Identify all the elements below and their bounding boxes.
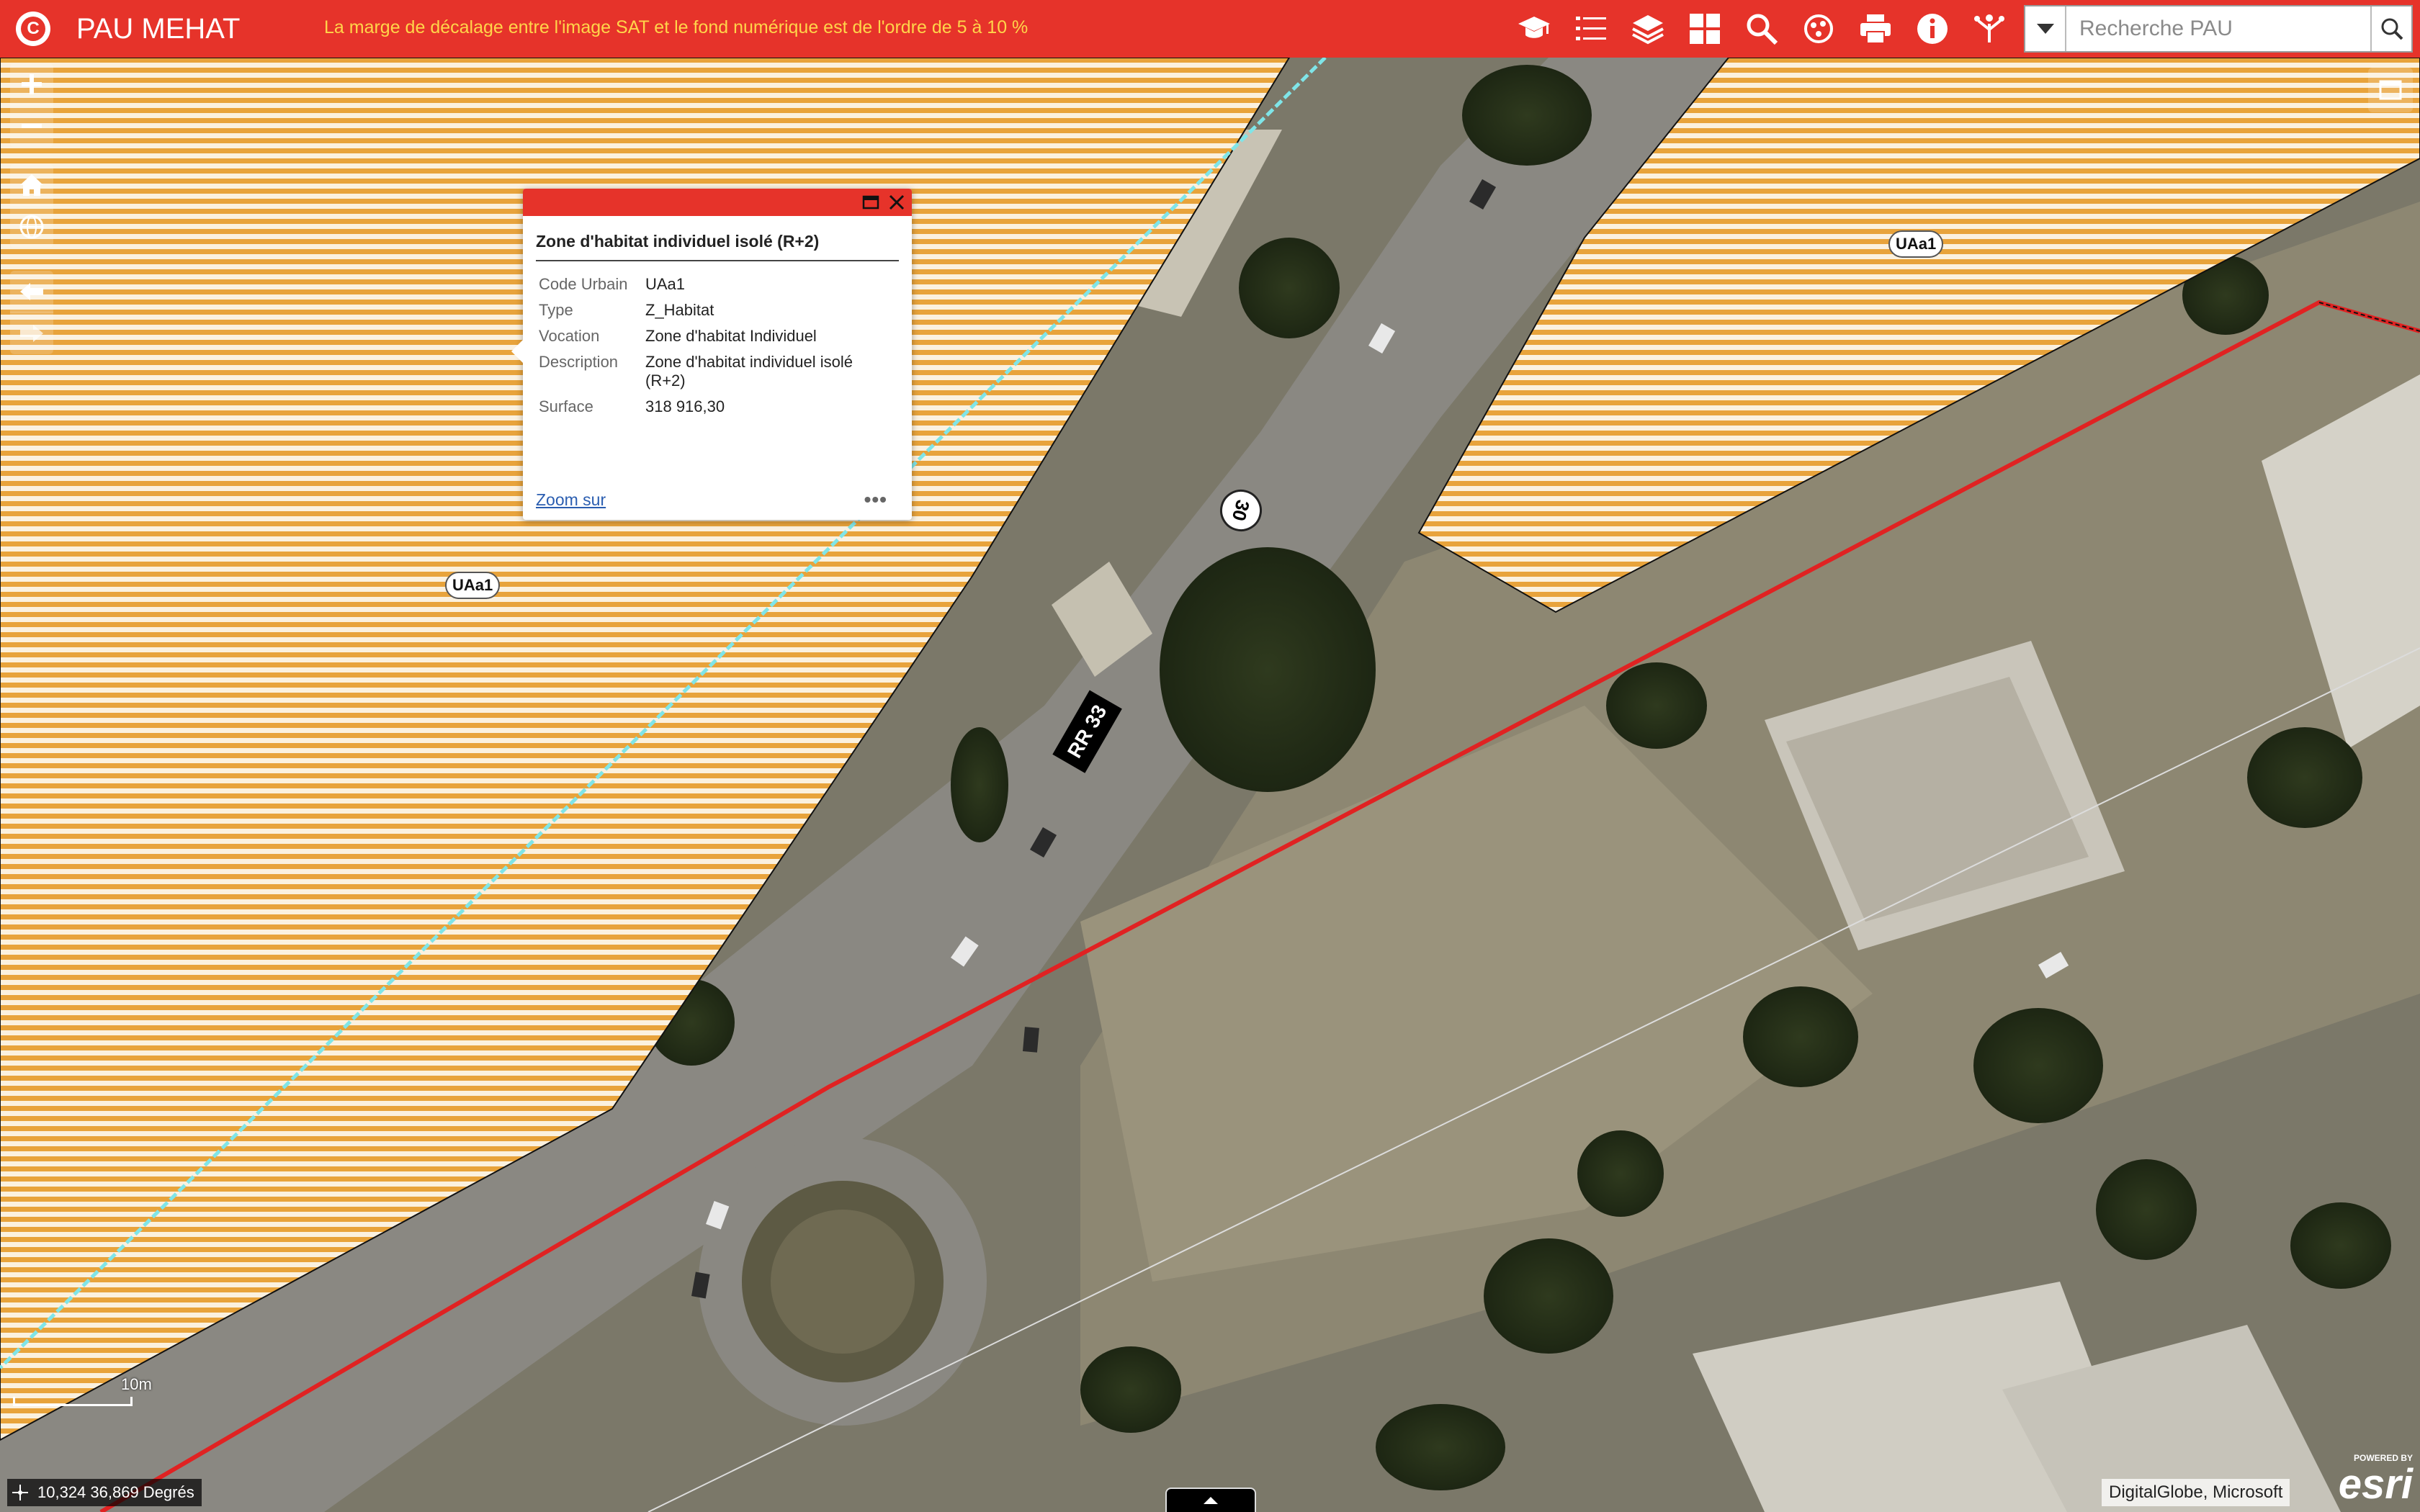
- attribute-value: Z_Habitat: [645, 301, 714, 319]
- plus-icon: [22, 73, 42, 94]
- map-view[interactable]: UAa1 UAa1 30 RR 33: [0, 58, 2420, 1512]
- attribute-key: Type: [539, 301, 573, 319]
- analysis-icon[interactable]: [1790, 0, 1847, 58]
- zoom-out-button[interactable]: [10, 105, 53, 147]
- search-button[interactable]: [2370, 6, 2411, 51]
- caret-down-icon: [2036, 24, 2054, 34]
- basemap-gallery-icon[interactable]: [1676, 0, 1733, 58]
- attribute-value: Zone d'habitat individuel isolé (R+2): [645, 353, 853, 390]
- share-icon[interactable]: [1960, 0, 2017, 58]
- top-bar: C PAU MEHAT La marge de décalage entre l…: [0, 0, 2420, 58]
- attribute-row: Type Z_Habitat: [536, 297, 899, 323]
- extent-navigation: [10, 271, 53, 354]
- map-attribution: DigitalGlobe, Microsoft: [2102, 1479, 2290, 1506]
- popup-title: Zone d'habitat individuel isolé (R+2): [536, 232, 899, 261]
- esri-wordmark: esri: [2338, 1461, 2413, 1508]
- coordinate-readout: 10,324 36,869 Degrés: [7, 1479, 202, 1506]
- scale-bar: [13, 1397, 133, 1406]
- attribute-key: Description: [539, 353, 619, 371]
- more-actions-button[interactable]: •••: [864, 488, 887, 511]
- home-control: [10, 164, 53, 248]
- attribute-value: 318 916,30: [645, 397, 725, 415]
- globe-icon: [19, 215, 44, 239]
- minus-icon: [22, 124, 42, 128]
- attribute-row: Surface 318 916,30: [536, 394, 899, 420]
- query-search-icon[interactable]: [1733, 0, 1790, 58]
- search-icon: [2381, 18, 2403, 40]
- close-icon[interactable]: [887, 193, 906, 212]
- fullscreen-button[interactable]: [2368, 68, 2413, 112]
- coordinate-text: 10,324 36,869 Degrés: [37, 1483, 194, 1501]
- app-title: PAU MEHAT: [76, 13, 241, 45]
- maximize-icon[interactable]: [861, 193, 880, 212]
- next-extent-button[interactable]: [10, 312, 53, 354]
- search-input[interactable]: [2066, 6, 2370, 51]
- home-icon: [20, 174, 43, 196]
- layers-icon[interactable]: [1619, 0, 1676, 58]
- esri-logo: POWERED BY esri: [2319, 1453, 2413, 1509]
- zoom-controls: [10, 63, 53, 147]
- logo-mark: C: [21, 17, 45, 41]
- feature-popup: Zone d'habitat individuel isolé (R+2) Co…: [511, 189, 912, 520]
- toolbar: [1505, 0, 2017, 58]
- arrow-left-icon: [20, 282, 43, 300]
- locate-button[interactable]: [10, 206, 53, 248]
- zoom-to-link[interactable]: Zoom sur: [536, 490, 606, 510]
- popup-header: [523, 189, 912, 216]
- zone-label: UAa1: [445, 572, 501, 599]
- attribute-key: Code Urbain: [539, 275, 628, 293]
- previous-extent-button[interactable]: [10, 271, 53, 312]
- home-button[interactable]: [10, 164, 53, 206]
- header-message: La marge de décalage entre l'image SAT e…: [324, 17, 1028, 37]
- attribute-value: Zone d'habitat Individuel: [645, 327, 817, 345]
- graduation-cap-icon[interactable]: [1505, 0, 1562, 58]
- zone-label: UAa1: [1888, 230, 1944, 258]
- search-source-dropdown[interactable]: [2025, 6, 2066, 51]
- print-icon[interactable]: [1847, 0, 1904, 58]
- attribute-panel-toggle[interactable]: [1165, 1488, 1256, 1512]
- fullscreen-icon: [2379, 80, 2402, 100]
- attribute-table: Code Urbain UAa1 Type Z_Habitat Vocation…: [536, 271, 899, 420]
- attribute-key: Surface: [539, 397, 593, 415]
- arrow-right-icon: [20, 325, 43, 342]
- popup-pointer: [511, 340, 523, 363]
- scale-label: 10m: [121, 1375, 152, 1393]
- crosshair-icon[interactable]: [10, 1482, 30, 1503]
- caret-up-icon: [1204, 1497, 1218, 1504]
- search-box: [2024, 5, 2413, 53]
- app-logo: C: [16, 12, 50, 46]
- satellite-imagery: [0, 58, 2420, 1512]
- attribute-row: Vocation Zone d'habitat Individuel: [536, 323, 899, 349]
- attribute-key: Vocation: [539, 327, 600, 345]
- attribute-row: Description Zone d'habitat individuel is…: [536, 349, 899, 394]
- info-icon[interactable]: [1904, 0, 1960, 58]
- attribute-row: Code Urbain UAa1: [536, 271, 899, 297]
- attribute-value: UAa1: [645, 275, 686, 293]
- zoom-in-button[interactable]: [10, 63, 53, 105]
- legend-list-icon[interactable]: [1562, 0, 1619, 58]
